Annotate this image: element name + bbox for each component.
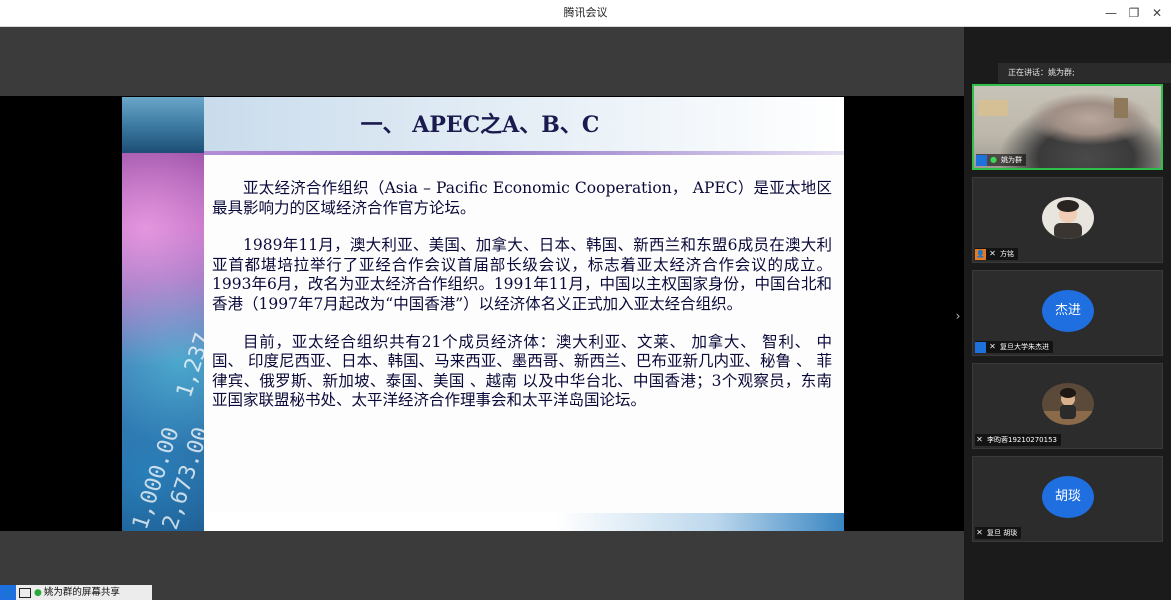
presentation-slide: 一、 APEC之A、B、C 1,000.00 2,673.00 1,237 亚太…: [122, 97, 844, 531]
mic-muted-icon: ✕: [989, 249, 996, 258]
screen-share-status[interactable]: 👤 ● 姚为群的屏幕共享: [0, 585, 152, 601]
mic-muted-icon: ✕: [976, 528, 983, 537]
participant-avatar: [1042, 197, 1094, 239]
participant-tile[interactable]: 胡琰 ✕ 复旦 胡琰: [972, 456, 1163, 542]
participant-name-tag: ✕ 复旦 胡琰: [975, 527, 1022, 539]
close-icon[interactable]: ✕: [1144, 0, 1170, 26]
participant-name: 姚为群: [1001, 156, 1022, 164]
slide-paragraph: 亚太经济合作组织（Asia – Pacific Economic Coopera…: [212, 179, 832, 217]
participant-name-tag: ✕ 李昀蓉19210270153: [975, 434, 1061, 446]
participant-name: 李昀蓉19210270153: [987, 436, 1057, 444]
user-icon: 👤: [976, 154, 987, 166]
participant-avatar: 胡琰: [1042, 476, 1094, 518]
chevron-right-icon[interactable]: ›: [953, 308, 963, 324]
slide-title: 一、 APEC之A、B、C: [360, 112, 600, 138]
mic-muted-icon: ✕: [976, 435, 983, 444]
participant-name: 方铭: [1000, 250, 1014, 258]
slide-side-image: 1,000.00 2,673.00 1,237: [122, 153, 204, 531]
participant-tile[interactable]: 👤 ✕ 方铭: [972, 177, 1163, 263]
window-title-bar: 腾讯会议 — ❐ ✕: [0, 0, 1171, 27]
user-icon: 👤: [0, 585, 16, 601]
slide-paragraph: 1989年11月，澳大利亚、美国、加拿大、日本、韩国、新西兰和东盟6成员在澳大利…: [212, 236, 832, 313]
participant-tile[interactable]: ✕ 李昀蓉19210270153: [972, 363, 1163, 449]
mic-icon: ●: [990, 155, 997, 164]
deco-number: 1,237: [172, 330, 204, 401]
participant-name-tag: 👤 ● 姚为群: [976, 154, 1026, 166]
slide-corner-decoration: [122, 97, 204, 153]
slide-bottom-bar: [204, 513, 844, 531]
screen-share-icon: [19, 588, 31, 598]
user-icon: 👤: [975, 248, 986, 260]
screen-share-label: 姚为群的屏幕共享: [43, 587, 120, 598]
participant-tile[interactable]: 杰进 👤 ✕ 复旦大学朱杰进: [972, 270, 1163, 356]
slide-paragraph: 目前，亚太经合组织共有21个成员经济体：澳大利亚、文莱、 加拿大、 智利、 中国…: [212, 332, 832, 410]
speaking-indicator: 正在讲话：姚为群;: [998, 63, 1171, 83]
mic-muted-icon: ✕: [989, 342, 996, 351]
user-icon: 👤: [975, 341, 986, 353]
participant-tile[interactable]: 👤 ● 姚为群: [972, 84, 1163, 170]
mic-icon: ●: [34, 588, 42, 598]
participant-name-tag: 👤 ✕ 方铭: [975, 248, 1018, 260]
participant-avatar: [1042, 383, 1094, 425]
participant-name: 复旦 胡琰: [987, 529, 1018, 537]
window-title: 腾讯会议: [563, 6, 608, 19]
screen-share-area: 一、 APEC之A、B、C 1,000.00 2,673.00 1,237 亚太…: [0, 27, 964, 600]
share-letterbox-top: [0, 27, 964, 96]
slide-body: 亚太经济合作组织（Asia – Pacific Economic Coopera…: [212, 179, 832, 429]
participant-avatar: 杰进: [1042, 290, 1094, 332]
participant-name: 复旦大学朱杰进: [1000, 343, 1049, 351]
participant-name-tag: 👤 ✕ 复旦大学朱杰进: [975, 341, 1053, 353]
slide-title-rule: [204, 151, 844, 155]
